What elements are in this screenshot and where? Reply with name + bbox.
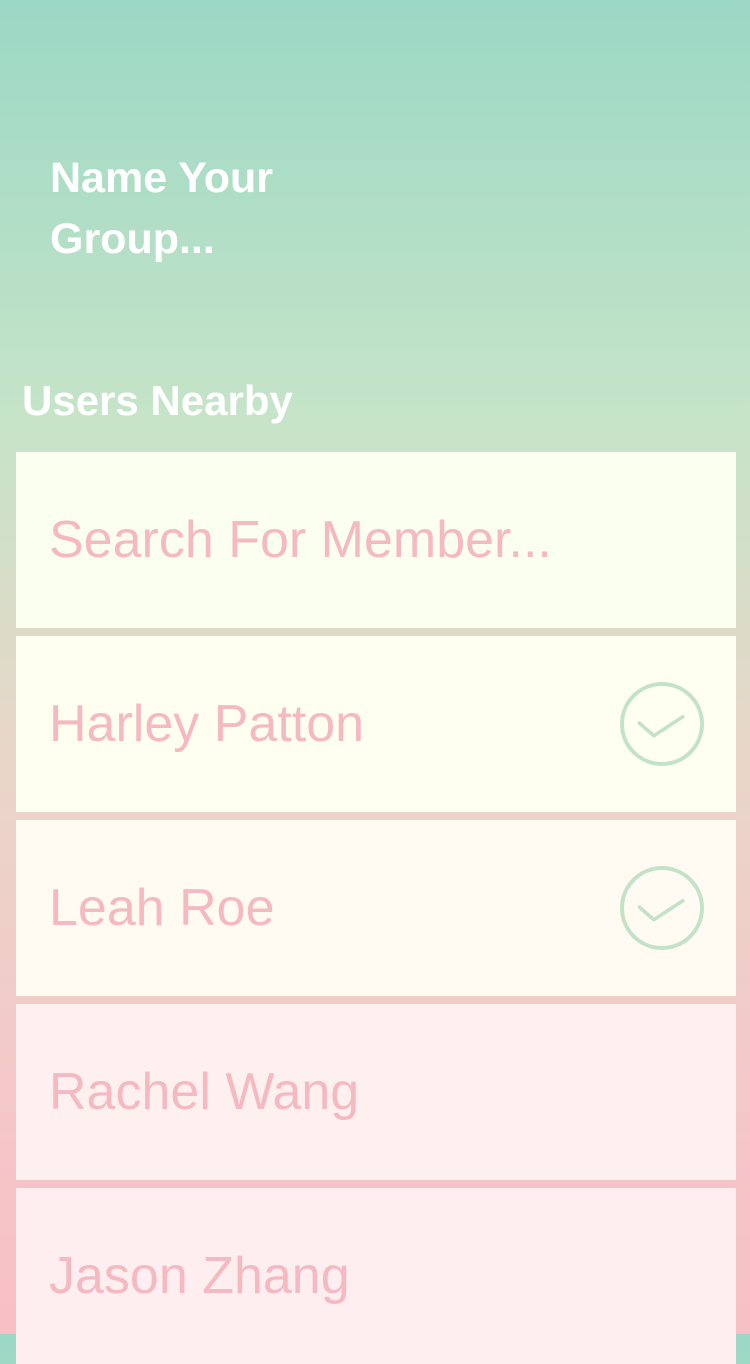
member-search-field[interactable]: Search For Member... [16, 452, 736, 628]
group-name-input[interactable]: Name Your Group... [50, 148, 380, 270]
member-row[interactable]: Leah Roe [16, 820, 736, 996]
member-name: Harley Patton [49, 695, 365, 753]
member-row[interactable]: Jason Zhang [16, 1188, 736, 1364]
member-row[interactable]: Rachel Wang [16, 1004, 736, 1180]
check-circle-icon[interactable] [620, 866, 704, 950]
check-circle-icon[interactable] [620, 682, 704, 766]
member-search-placeholder: Search For Member... [49, 511, 552, 569]
member-name: Rachel Wang [49, 1063, 360, 1121]
member-name: Leah Roe [49, 879, 275, 937]
section-title-users-nearby: Users Nearby [22, 377, 293, 424]
member-name: Jason Zhang [49, 1247, 350, 1305]
member-row[interactable]: Harley Patton [16, 636, 736, 812]
